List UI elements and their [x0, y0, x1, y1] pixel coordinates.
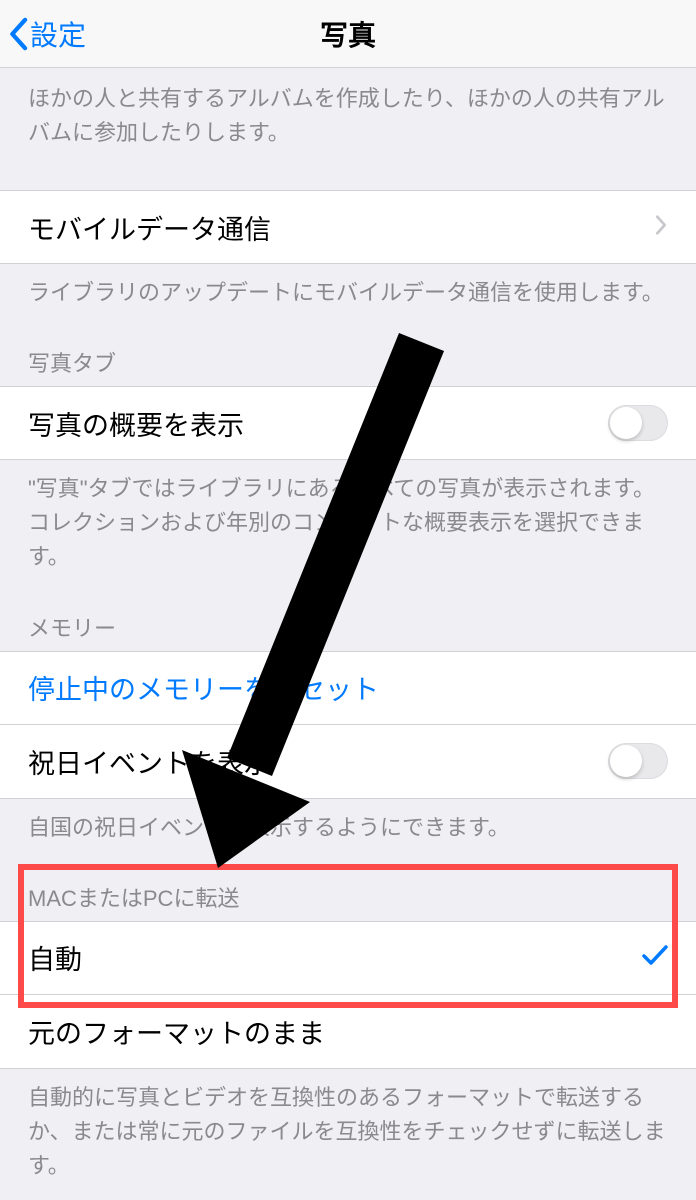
photos-summary-row[interactable]: 写真の概要を表示	[0, 386, 696, 460]
section-header-transfer: MACまたはPCに転送	[0, 857, 696, 921]
photos-summary-label: 写真の概要を表示	[28, 404, 244, 443]
photos-tab-footer: "写真"タブではライブラリにあるすべての写真が表示されます。コレクションおよび年…	[0, 460, 696, 586]
transfer-auto-label: 自動	[28, 938, 82, 977]
reset-memories-label: 停止中のメモリーをリセット	[28, 668, 379, 707]
reset-memories-row[interactable]: 停止中のメモリーをリセット	[0, 651, 696, 725]
transfer-option-original[interactable]: 元のフォーマットのまま	[0, 995, 696, 1069]
section-header-memories: メモリー	[0, 587, 696, 651]
transfer-original-label: 元のフォーマットのまま	[28, 1012, 325, 1051]
checkmark-icon	[642, 942, 668, 973]
holiday-events-label: 祝日イベントを表示	[28, 742, 271, 781]
nav-bar: 設定 写真	[0, 0, 696, 68]
cellular-data-row[interactable]: モバイルデータ通信	[0, 190, 696, 264]
holiday-events-switch[interactable]	[608, 743, 668, 779]
section-header-photos-tab: 写真タブ	[0, 322, 696, 386]
page-title: 写真	[320, 14, 376, 54]
holiday-events-row[interactable]: 祝日イベントを表示	[0, 725, 696, 799]
transfer-option-auto[interactable]: 自動	[0, 921, 696, 995]
back-button[interactable]: 設定	[8, 14, 86, 54]
transfer-footer: 自動的に写真とビデオを互換性のあるフォーマットで転送するか、または常に元のファイ…	[0, 1069, 696, 1195]
shared-albums-footer: ほかの人と共有するアルバムを作成したり、ほかの人の共有アルバムに参加したりします…	[0, 68, 696, 162]
memories-footer: 自国の祝日イベントを表示するようにできます。	[0, 799, 696, 857]
cellular-footer: ライブラリのアップデートにモバイルデータ通信を使用します。	[0, 264, 696, 322]
photos-summary-switch[interactable]	[608, 405, 668, 441]
back-label: 設定	[30, 14, 86, 54]
chevron-left-icon	[8, 17, 28, 51]
cellular-data-label: モバイルデータ通信	[28, 208, 271, 247]
chevron-right-icon	[654, 212, 668, 243]
